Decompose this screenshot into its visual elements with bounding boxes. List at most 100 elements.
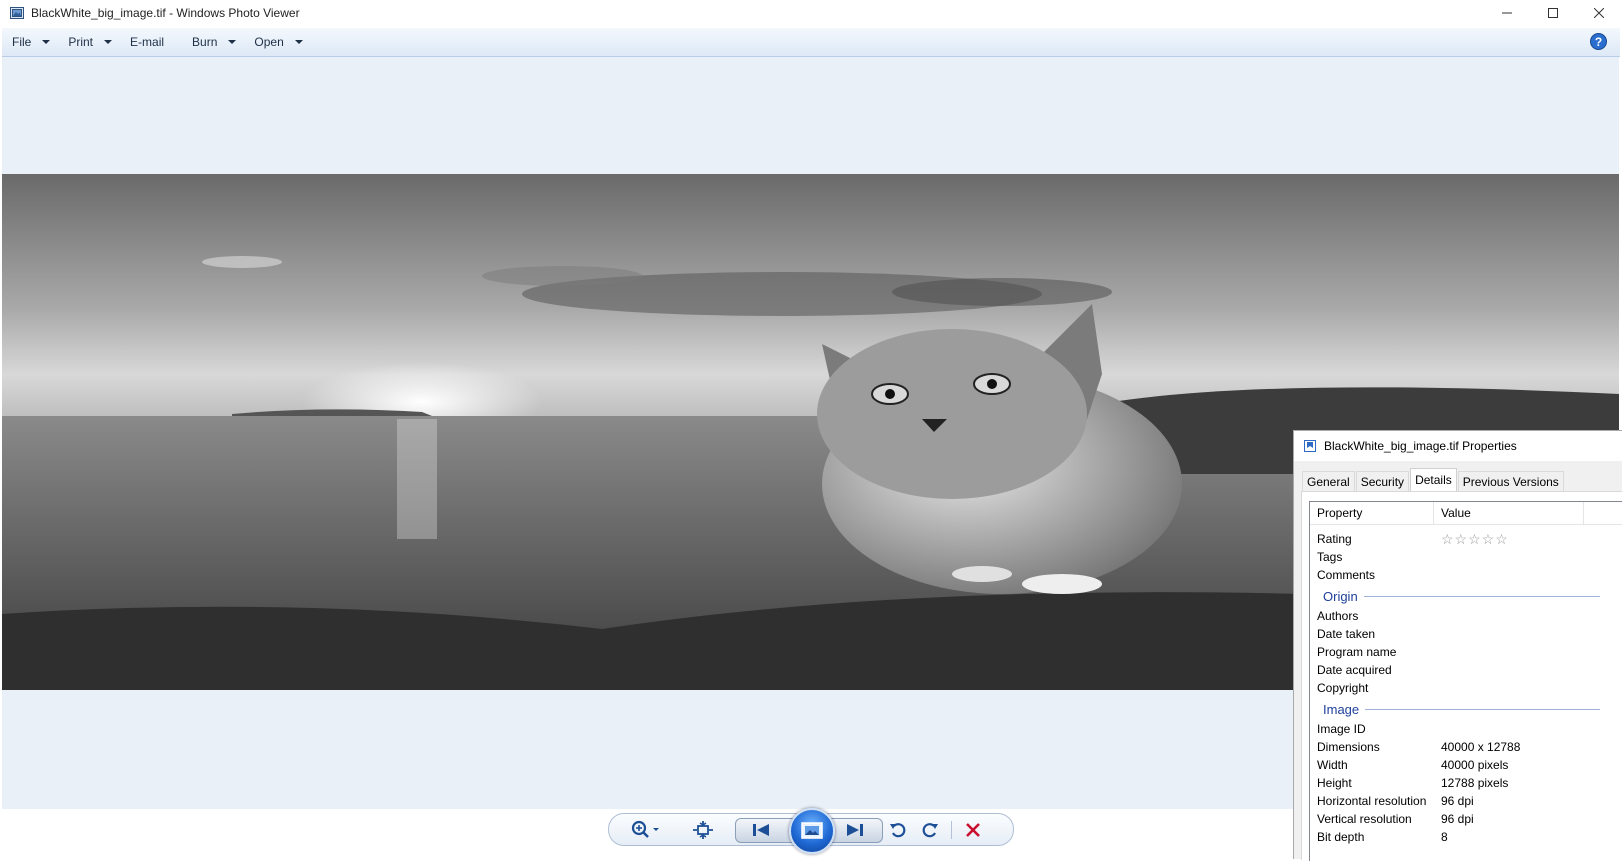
property-name: Copyright (1317, 681, 1369, 695)
list-item[interactable]: Date taken (1310, 625, 1622, 643)
zoom-button[interactable] (627, 818, 667, 842)
tab-security-label: Security (1360, 474, 1405, 489)
tab-previous-versions-label: Previous Versions (1462, 474, 1559, 489)
tab-general-label: General (1307, 474, 1350, 489)
close-button[interactable] (1576, 0, 1622, 26)
properties-title: BlackWhite_big_image.tif Properties (1324, 439, 1517, 453)
rating-stars[interactable]: ☆☆☆☆☆ (1434, 531, 1509, 548)
actual-size-icon (693, 821, 713, 839)
list-item[interactable]: Dimensions 40000 x 12788 (1310, 738, 1622, 756)
property-name: Date acquired (1317, 663, 1392, 677)
menu-burn-label: Burn (192, 35, 218, 49)
previous-button[interactable] (743, 820, 779, 840)
details-panel: Property Value Rating ☆☆☆☆☆ Tags Comment… (1301, 491, 1622, 861)
separator (951, 821, 952, 839)
next-button[interactable] (837, 820, 873, 840)
close-icon (1594, 8, 1604, 18)
list-item[interactable]: Image ID (1310, 720, 1622, 738)
menu-open-label: Open (254, 35, 284, 49)
list-item[interactable]: Vertical resolution 96 dpi (1310, 810, 1622, 828)
dropdown-arrow-icon (294, 40, 303, 44)
group-header-image: Image (1310, 700, 1600, 718)
minimize-icon (1502, 12, 1512, 14)
column-header-value[interactable]: Value (1434, 502, 1584, 524)
list-item[interactable]: Comments (1310, 566, 1622, 584)
rotate-clockwise-icon (922, 823, 938, 838)
delete-icon (966, 823, 980, 837)
menu-file-label: File (12, 35, 32, 49)
property-name: Horizontal resolution (1317, 794, 1427, 808)
maximize-icon (1548, 8, 1558, 18)
menu-file[interactable]: File (2, 30, 58, 54)
dropdown-arrow-icon (42, 40, 51, 44)
column-header-property[interactable]: Property (1310, 502, 1434, 524)
group-header-origin: Origin (1310, 587, 1600, 605)
photo-viewer-app-icon (10, 7, 24, 19)
menu-email-label: E-mail (130, 35, 165, 49)
file-icon (1304, 440, 1316, 452)
svg-text:?: ? (1595, 35, 1602, 49)
list-item[interactable]: Tags (1310, 548, 1622, 566)
property-name: Authors (1317, 609, 1359, 623)
zoom-icon (631, 820, 659, 838)
tab-general[interactable]: General (1302, 471, 1355, 491)
menu-open[interactable]: Open (244, 30, 310, 54)
tab-previous-versions[interactable]: Previous Versions (1457, 471, 1564, 491)
property-value: 40000 pixels (1441, 758, 1509, 772)
slideshow-icon (801, 822, 823, 839)
properties-title-bar: BlackWhite_big_image.tif Properties (1294, 431, 1622, 461)
list-item[interactable]: Program name (1310, 643, 1622, 661)
property-value: 40000 x 12788 (1441, 740, 1521, 754)
property-name: Tags (1317, 550, 1343, 564)
maximize-button[interactable] (1530, 0, 1576, 26)
slideshow-button[interactable] (789, 808, 835, 854)
property-name: Image ID (1317, 722, 1366, 736)
title-bar: BlackWhite_big_image.tif - Windows Photo… (0, 0, 1622, 26)
actual-size-button[interactable] (689, 818, 717, 842)
rotate-counterclockwise-icon (890, 823, 906, 838)
tab-details[interactable]: Details (1410, 468, 1457, 491)
tab-details-label: Details (1415, 473, 1452, 487)
menu-email[interactable]: E-mail (120, 30, 182, 54)
list-item[interactable]: Date acquired (1310, 661, 1622, 679)
group-label: Origin (1323, 588, 1358, 604)
list-item[interactable]: Copyright (1310, 679, 1622, 697)
list-item[interactable]: Bit depth 8 (1310, 828, 1622, 846)
property-name: Height (1317, 776, 1352, 790)
tab-security[interactable]: Security (1355, 471, 1410, 491)
property-value: 96 dpi (1441, 812, 1474, 826)
dropdown-arrow-icon (228, 40, 237, 44)
details-list[interactable]: Property Value Rating ☆☆☆☆☆ Tags Comment… (1309, 501, 1622, 861)
property-value: 12788 pixels (1441, 776, 1509, 790)
menu-print[interactable]: Print (58, 30, 120, 54)
help-icon[interactable]: ? (1590, 33, 1607, 50)
property-name: Bit depth (1317, 830, 1365, 844)
window-title: BlackWhite_big_image.tif - Windows Photo… (31, 6, 300, 20)
property-name: Program name (1317, 645, 1397, 659)
previous-icon (753, 824, 769, 836)
delete-button[interactable] (961, 819, 985, 841)
menu-print-label: Print (68, 35, 94, 49)
property-value: 8 (1441, 830, 1448, 844)
rotate-counterclockwise-button[interactable] (886, 819, 910, 841)
list-item[interactable]: Width 40000 pixels (1310, 756, 1622, 774)
property-name: Comments (1317, 568, 1376, 582)
menu-bar: File Print E-mail Burn Open ? (2, 28, 1620, 57)
list-item[interactable]: Authors (1310, 607, 1622, 625)
next-icon (847, 824, 863, 836)
property-name: Dimensions (1317, 740, 1380, 754)
rotate-clockwise-button[interactable] (918, 819, 942, 841)
list-item[interactable]: Height 12788 pixels (1310, 774, 1622, 792)
property-value: 96 dpi (1441, 794, 1474, 808)
window-controls (1484, 0, 1622, 26)
playback-controls (608, 808, 1014, 854)
menu-burn[interactable]: Burn (182, 30, 244, 54)
list-item[interactable]: Rating ☆☆☆☆☆ (1310, 530, 1622, 548)
divider (1363, 595, 1600, 597)
property-name: Date taken (1317, 627, 1376, 641)
dropdown-arrow-icon (104, 40, 113, 44)
list-item[interactable]: Horizontal resolution 96 dpi (1310, 792, 1622, 810)
property-name: Vertical resolution (1317, 812, 1412, 826)
details-list-header: Property Value (1310, 502, 1622, 525)
minimize-button[interactable] (1484, 0, 1530, 26)
